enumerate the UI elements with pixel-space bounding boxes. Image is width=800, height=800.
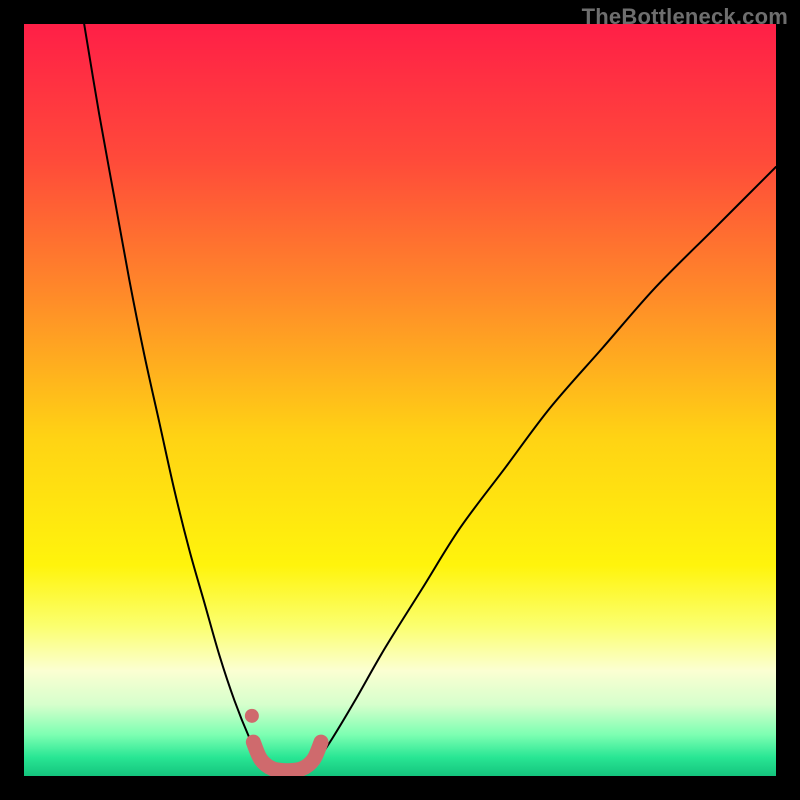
marker-dot [245, 709, 259, 723]
gradient-background [24, 24, 776, 776]
plot-area [24, 24, 776, 776]
chart-frame: TheBottleneck.com [0, 0, 800, 800]
chart-svg [24, 24, 776, 776]
